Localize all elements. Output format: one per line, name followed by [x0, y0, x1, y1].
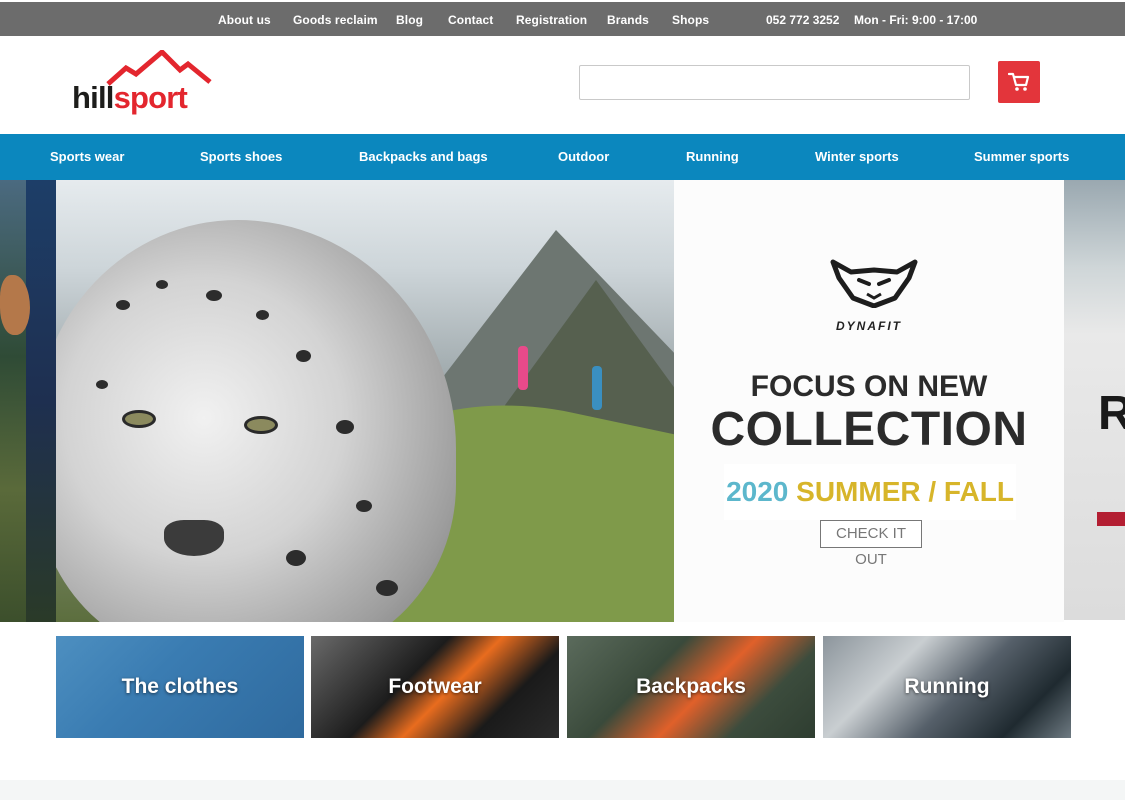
- footer-strip: [0, 780, 1125, 800]
- season-year: 2020: [726, 476, 789, 507]
- hero-slider[interactable]: DYNAFIT FOCUS ON NEW COLLECTION 2020 SUM…: [0, 180, 1125, 622]
- runner-figure: [592, 366, 602, 410]
- site-header: hillsport: [0, 36, 1125, 134]
- cart-button[interactable]: [998, 61, 1040, 103]
- topbar-link-goods-reclaim[interactable]: Goods reclaim: [293, 13, 378, 27]
- shopping-cart-icon: [1008, 72, 1030, 91]
- hero-headline-line2: COLLECTION: [710, 403, 1028, 456]
- nav-sports-shoes[interactable]: Sports shoes: [200, 149, 282, 164]
- leopard-eye: [244, 416, 278, 434]
- category-label: Footwear: [388, 675, 482, 698]
- topbar-link-brands[interactable]: Brands: [607, 13, 649, 27]
- check-it-out-button[interactable]: CHECK IT OUT: [820, 520, 922, 568]
- season-name: SUMMER / FALL: [796, 476, 1014, 507]
- search-input[interactable]: [579, 65, 970, 100]
- next-slide-accent-bar: [1097, 512, 1125, 526]
- runner-figure: [518, 346, 528, 390]
- previous-slide-peek[interactable]: [0, 180, 56, 622]
- promo-card: DYNAFIT FOCUS ON NEW COLLECTION 2020 SUM…: [674, 180, 1064, 622]
- topbar-link-about-us[interactable]: About us: [218, 13, 271, 27]
- nav-winter-sports[interactable]: Winter sports: [815, 149, 899, 164]
- category-label: The clothes: [121, 675, 239, 698]
- previous-slide-image: [26, 180, 56, 622]
- nav-outdoor[interactable]: Outdoor: [558, 149, 609, 164]
- hero-image: [56, 180, 674, 622]
- dynafit-logo-icon: [830, 259, 918, 308]
- hero-headline-line1: FOCUS ON NEW: [750, 370, 988, 403]
- brand-name: DYNAFIT: [836, 319, 902, 333]
- topbar-link-registration[interactable]: Registration: [516, 13, 587, 27]
- category-label: Backpacks: [636, 675, 746, 698]
- nav-running[interactable]: Running: [686, 149, 739, 164]
- nav-summer-sports[interactable]: Summer sports: [974, 149, 1069, 164]
- category-tile-backpacks[interactable]: Backpacks: [567, 636, 815, 738]
- leopard-nose: [164, 520, 224, 556]
- main-navigation: Sports wear Sports shoes Backpacks and b…: [0, 134, 1125, 180]
- next-slide-peek[interactable]: R: [1064, 180, 1125, 620]
- category-tile-running[interactable]: Running: [823, 636, 1071, 738]
- season-label: 2020 SUMMER / FALL: [724, 464, 1016, 520]
- logo-wordmark: hillsport: [72, 80, 188, 115]
- topbar-link-blog[interactable]: Blog: [396, 13, 423, 27]
- next-slide-heading-fragment: R: [1098, 387, 1125, 440]
- category-tile-footwear[interactable]: Footwear: [311, 636, 559, 738]
- nav-sports-wear[interactable]: Sports wear: [50, 149, 124, 164]
- leopard-eye: [122, 410, 156, 428]
- top-utility-bar: About us Goods reclaim Blog Contact Regi…: [0, 2, 1125, 36]
- topbar-link-shops[interactable]: Shops: [672, 13, 709, 27]
- contact-phone: 052 772 3252: [766, 13, 840, 27]
- opening-hours: Mon - Fri: 9:00 - 17:00: [854, 13, 978, 27]
- category-tile-clothes[interactable]: The clothes: [56, 636, 304, 738]
- hillsport-logo[interactable]: hillsport: [68, 48, 218, 120]
- topbar-link-contact[interactable]: Contact: [448, 13, 493, 27]
- category-label: Running: [904, 675, 990, 698]
- nav-backpacks-and-bags[interactable]: Backpacks and bags: [359, 149, 488, 164]
